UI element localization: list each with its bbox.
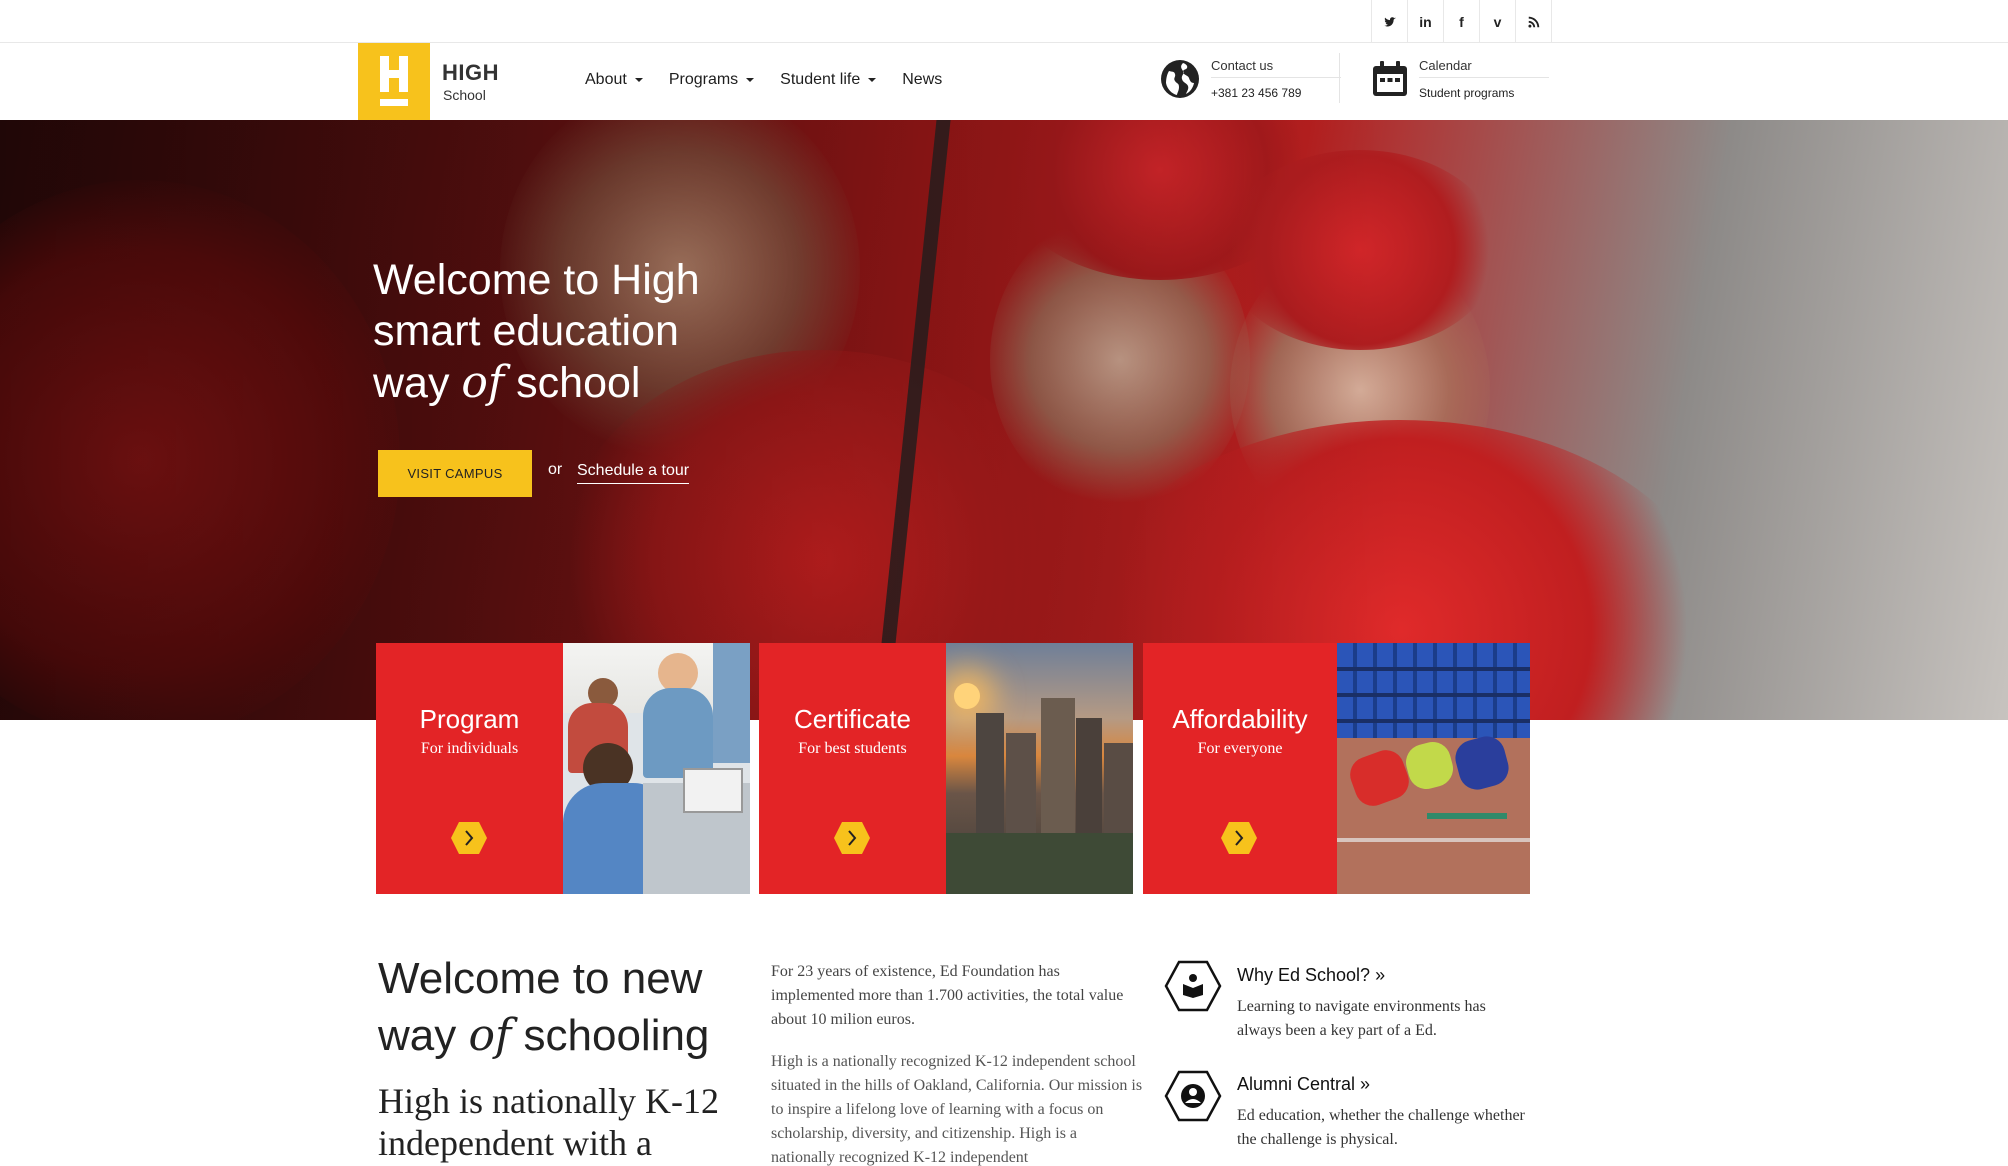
rss-icon[interactable] bbox=[1516, 0, 1552, 43]
brand-tagline: School bbox=[443, 87, 486, 103]
arrow-right-hex-icon[interactable] bbox=[450, 821, 488, 855]
caret-down-icon bbox=[634, 78, 643, 82]
calendar-icon bbox=[1373, 61, 1407, 96]
nav-item-student-life[interactable]: Student life bbox=[780, 71, 877, 89]
brand-name[interactable]: HIGH bbox=[442, 60, 499, 86]
nav-item-news[interactable]: News bbox=[902, 71, 942, 89]
twitter-icon[interactable] bbox=[1372, 0, 1408, 43]
vimeo-icon[interactable]: v bbox=[1480, 0, 1516, 43]
calendar-link[interactable]: Student programs bbox=[1419, 86, 1514, 100]
hero-title: Welcome to High smart education way of s… bbox=[373, 256, 700, 408]
card-program-image bbox=[563, 643, 750, 894]
arrow-right-hex-icon[interactable] bbox=[833, 821, 871, 855]
alumni-central-link[interactable]: Alumni Central » bbox=[1237, 1074, 1370, 1095]
caret-down-icon bbox=[746, 78, 755, 82]
card-program[interactable]: Program For individuals bbox=[376, 643, 563, 894]
logo-mark[interactable] bbox=[358, 43, 430, 120]
calendar-label: Calendar bbox=[1419, 58, 1472, 73]
social-links: in f v bbox=[1371, 0, 1552, 43]
intro-heading: Welcome to new way of schooling bbox=[378, 954, 710, 1061]
linkedin-icon[interactable]: in bbox=[1408, 0, 1444, 43]
contact-label: Contact us bbox=[1211, 58, 1274, 73]
caret-down-icon bbox=[868, 78, 877, 82]
card-certificate-image bbox=[946, 643, 1133, 894]
top-bar: in f v bbox=[0, 0, 2008, 43]
contact-phone[interactable]: +381 23 456 789 bbox=[1211, 86, 1301, 100]
intro-lead: For 23 years of existence, Ed Foundation… bbox=[771, 963, 1124, 1028]
why-ed-school-link[interactable]: Why Ed School? » bbox=[1237, 965, 1385, 986]
book-reader-icon bbox=[1164, 960, 1222, 1012]
card-certificate[interactable]: Certificate For best students bbox=[759, 643, 946, 894]
calendar-block[interactable]: Calendar Student programs bbox=[1370, 51, 1550, 101]
intro-subheading: High is nationally K-12 independent with… bbox=[378, 1081, 719, 1163]
main-nav: About Programs Student life News bbox=[585, 71, 968, 89]
intro-body: High is a nationally recognized K-12 ind… bbox=[771, 1053, 1143, 1166]
contact-block[interactable]: Contact us +381 23 456 789 bbox=[1160, 51, 1341, 101]
alumni-central-text: Ed education, whether the challenge whet… bbox=[1237, 1107, 1525, 1148]
user-circle-icon bbox=[1164, 1070, 1222, 1122]
card-affordability-image bbox=[1337, 643, 1530, 894]
facebook-icon[interactable]: f bbox=[1444, 0, 1480, 43]
visit-campus-button[interactable]: Visit campus bbox=[378, 450, 532, 497]
nav-item-programs[interactable]: Programs bbox=[669, 71, 755, 89]
nav-item-about[interactable]: About bbox=[585, 71, 643, 89]
site-header: HIGH School About Programs Student life … bbox=[0, 43, 2008, 120]
hero-or-text: or bbox=[548, 461, 563, 478]
globe-icon bbox=[1161, 60, 1199, 98]
divider bbox=[1339, 53, 1340, 103]
schedule-tour-link[interactable]: Schedule a tour bbox=[577, 462, 690, 484]
why-ed-school-text: Learning to navigate environments has al… bbox=[1237, 998, 1486, 1039]
hero-banner: Welcome to High smart education way of s… bbox=[0, 120, 2008, 720]
arrow-right-hex-icon[interactable] bbox=[1220, 821, 1258, 855]
card-affordability[interactable]: Affordability For everyone bbox=[1143, 643, 1337, 894]
